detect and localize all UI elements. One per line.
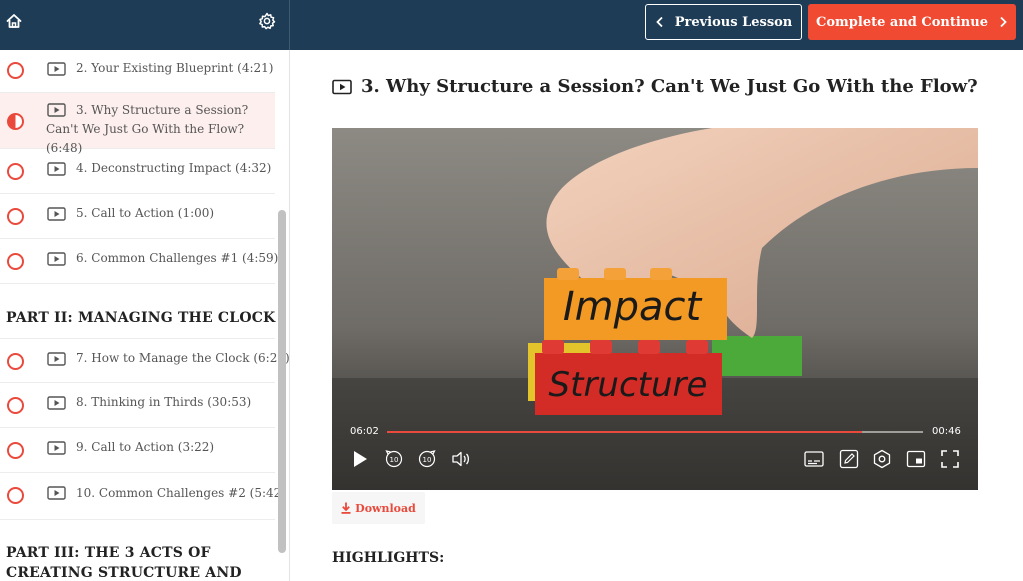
incomplete-status-icon [7,397,24,414]
highlights-heading: HIGHLIGHTS: [332,550,445,566]
previous-lesson-button[interactable]: Previous Lesson [645,4,802,40]
lesson-item[interactable]: 7. How to Manage the Clock (6:25) [0,338,289,383]
previous-lesson-label: Previous Lesson [674,14,793,30]
incomplete-status-icon [7,62,24,79]
video-lesson-icon [47,396,66,410]
video-lesson-icon [47,162,66,176]
incomplete-status-icon [7,208,24,225]
lesson-label: 6. Common Challenges #1 (4:59) [76,251,279,265]
video-player[interactable]: Impact Structure 06:02 00:46 10 10 [332,128,978,490]
progress-track[interactable] [387,431,923,433]
video-lesson-icon [47,486,66,500]
structure-brick-label: Structure [549,365,708,405]
course-sidebar: 2. Your Existing Blueprint (4:21) 3. Why… [0,50,290,581]
picture-in-picture-icon[interactable] [905,448,927,470]
complete-and-continue-label: Complete and Continue [816,14,988,30]
incomplete-status-icon [7,253,24,270]
rewind-10-label: 10 [390,456,399,464]
lesson-item[interactable]: 9. Call to Action (3:22) [0,428,275,473]
chevron-left-icon [655,16,663,28]
impact-brick-label: Impact [563,284,703,330]
lesson-label: 10. Common Challenges #2 (5:42) [76,486,286,500]
lesson-label: 7. How to Manage the Clock (6:25) [76,351,290,365]
lesson-label: 9. Call to Action (3:22) [76,440,215,454]
in-progress-status-icon [7,113,24,130]
section-title: PART II: MANAGING THE CLOCK [6,310,276,326]
remaining-time: 00:46 [932,426,961,437]
chevron-right-icon [1000,16,1007,28]
incomplete-status-icon [7,163,24,180]
lesson-item-active[interactable]: 3. Why Structure a Session? Can't We Jus… [0,93,275,155]
video-lesson-icon [47,441,66,455]
lesson-item[interactable]: 2. Your Existing Blueprint (4:21) [0,50,275,93]
incomplete-status-icon [7,487,24,504]
forward-10-icon[interactable]: 10 [416,448,438,470]
gear-icon[interactable] [258,12,276,30]
lesson-item[interactable]: 4. Deconstructing Impact (4:32) [0,149,275,194]
lesson-content: 3. Why Structure a Session? Can't We Jus… [291,50,1023,581]
video-lesson-icon [47,207,66,221]
fullscreen-icon[interactable] [939,448,961,470]
play-icon[interactable] [349,448,371,470]
lesson-label: 4. Deconstructing Impact (4:32) [76,161,272,175]
volume-icon[interactable] [450,448,472,470]
download-icon [341,502,351,514]
download-label: Download [355,501,416,515]
captions-icon[interactable] [803,448,825,470]
video-lesson-icon [332,79,352,95]
lesson-title: 3. Why Structure a Session? Can't We Jus… [361,76,978,97]
complete-and-continue-button[interactable]: Complete and Continue [808,4,1016,40]
lesson-item[interactable]: 5. Call to Action (1:00) [0,194,275,239]
sidebar-header [0,0,290,50]
notes-icon[interactable] [838,448,860,470]
video-lesson-icon [47,252,66,266]
settings-icon[interactable] [871,448,893,470]
video-frame: Impact Structure [332,128,978,490]
download-button[interactable]: Download [332,492,425,524]
video-lesson-icon [47,352,66,366]
lesson-item[interactable]: 6. Common Challenges #1 (4:59) [0,239,279,284]
progress-played [387,431,862,433]
lesson-label: 5. Call to Action (1:00) [76,206,215,220]
elapsed-time: 06:02 [350,426,379,437]
incomplete-status-icon [7,353,24,370]
lesson-label: 2. Your Existing Blueprint (4:21) [76,61,274,75]
top-bar: Previous Lesson Complete and Continue [0,0,1023,50]
rewind-10-icon[interactable]: 10 [383,448,405,470]
lesson-item[interactable]: 8. Thinking in Thirds (30:53) [0,383,275,428]
sidebar-scrollbar[interactable] [278,210,286,553]
lesson-item[interactable]: 10. Common Challenges #2 (5:42) [0,473,286,520]
video-lesson-icon [47,62,66,76]
lesson-label: 8. Thinking in Thirds (30:53) [76,395,252,409]
forward-10-label: 10 [423,456,432,464]
home-icon[interactable] [6,13,22,29]
incomplete-status-icon [7,442,24,459]
section-title: PART III: THE 3 ACTS OF CREATING STRUCTU… [6,545,242,581]
